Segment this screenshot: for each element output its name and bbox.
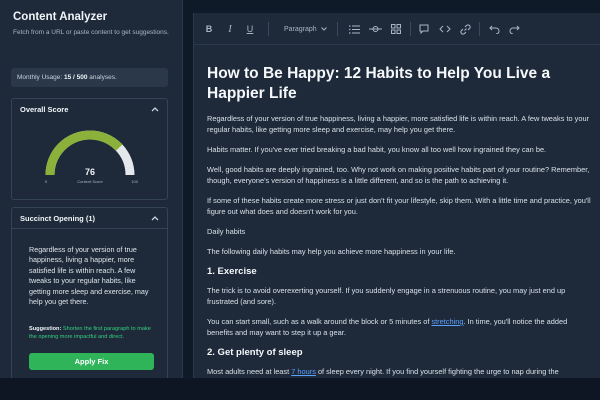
stretching-link[interactable]: stretching — [431, 317, 463, 326]
document-editor: B I U Paragraph How to Be Happy: 12 Habi… — [193, 13, 600, 378]
succinct-opening-header[interactable]: Succinct Opening (1) — [12, 208, 167, 228]
overall-score-card: Overall Score 76 Content Score 0 100 — [11, 98, 168, 200]
document-content[interactable]: How to Be Happy: 12 Habits to Help You L… — [207, 64, 593, 378]
divider-icon[interactable] — [368, 23, 382, 35]
toolbar-separator — [479, 22, 480, 36]
paragraph-format-value: Paragraph — [284, 25, 317, 33]
text-run: Most adults need at least — [207, 367, 292, 376]
chevron-down-icon — [320, 27, 327, 31]
list-icon[interactable] — [348, 23, 360, 35]
chevron-up-icon[interactable] — [150, 105, 159, 114]
paragraph: Most adults need at least 7 hours of sle… — [207, 366, 593, 377]
score-label: Content Score — [77, 179, 103, 184]
redo-icon[interactable] — [508, 23, 520, 35]
section-heading: 2. Get plenty of sleep — [207, 347, 303, 358]
content-analyzer-sidebar: Content Analyzer Fetch from a URL or pas… — [0, 0, 183, 378]
bold-button[interactable]: B — [204, 23, 214, 35]
score-value: 76 — [84, 167, 95, 177]
score-gauge: 76 Content Score 0 100 — [42, 129, 138, 189]
paragraph: Daily habits — [207, 227, 246, 236]
link-icon[interactable] — [459, 23, 471, 35]
toolbar-separator — [410, 22, 411, 36]
paragraph: The trick is to avoid overexerting yours… — [207, 286, 566, 306]
usage-value: 15 / 500 — [63, 74, 88, 81]
sidebar-subtitle: Fetch from a URL or paste content to get… — [13, 29, 169, 36]
opening-excerpt: Regardless of your version of true happi… — [29, 245, 149, 307]
undo-icon[interactable] — [488, 23, 500, 35]
paragraph: If some of these habits create more stre… — [207, 196, 591, 216]
card-divider — [12, 228, 167, 229]
paragraph: You can start small, such as a walk arou… — [207, 316, 593, 338]
sidebar-title: Content Analyzer — [13, 11, 108, 23]
italic-button[interactable]: I — [225, 23, 235, 35]
text-run: of sleep every night. If you find yourse… — [315, 367, 559, 376]
editor-toolbar: B I U Paragraph — [194, 13, 600, 45]
succinct-opening-card: Succinct Opening (1) Regardless of your … — [11, 207, 168, 378]
underline-button[interactable]: U — [245, 23, 255, 35]
toolbar-separator — [268, 22, 269, 36]
bottom-bar — [0, 378, 600, 400]
seven-hours-link[interactable]: 7 hours — [291, 367, 316, 376]
comment-icon[interactable] — [418, 23, 430, 35]
suggestion-label: Suggestion: — [29, 326, 62, 332]
usage-label: Monthly Usage: — [17, 74, 63, 81]
paragraph: Regardless of your version of true happi… — [207, 114, 590, 134]
apply-fix-button[interactable]: Apply Fix — [29, 353, 154, 370]
overall-score-title: Overall Score — [20, 104, 69, 114]
section-heading: 1. Exercise — [207, 266, 257, 277]
paragraph: Habits matter. If you've ever tried brea… — [207, 145, 547, 154]
chevron-up-icon[interactable] — [150, 214, 159, 223]
gauge-min-label: 0 — [45, 179, 48, 184]
monthly-usage: Monthly Usage: 15 / 500 analyses. — [11, 68, 168, 87]
document-title: How to Be Happy: 12 Habits to Help You L… — [207, 65, 551, 102]
code-icon[interactable] — [438, 23, 451, 35]
paragraph: The following daily habits may help you … — [207, 247, 456, 256]
gauge-max-label: 100 — [131, 179, 138, 184]
text-run: You can start small, such as a walk arou… — [207, 317, 432, 326]
suggestion: Suggestion: Shorten the first paragraph … — [29, 326, 159, 342]
succinct-opening-title: Succinct Opening (1) — [20, 213, 96, 223]
paragraph: Well, good habits are deeply ingrained, … — [207, 165, 590, 185]
toolbar-separator — [337, 22, 338, 36]
usage-suffix: analyses. — [89, 74, 117, 81]
paragraph-format-select[interactable]: Paragraph — [284, 23, 327, 35]
grid-icon[interactable] — [390, 23, 402, 35]
overall-score-header[interactable]: Overall Score — [12, 99, 167, 119]
